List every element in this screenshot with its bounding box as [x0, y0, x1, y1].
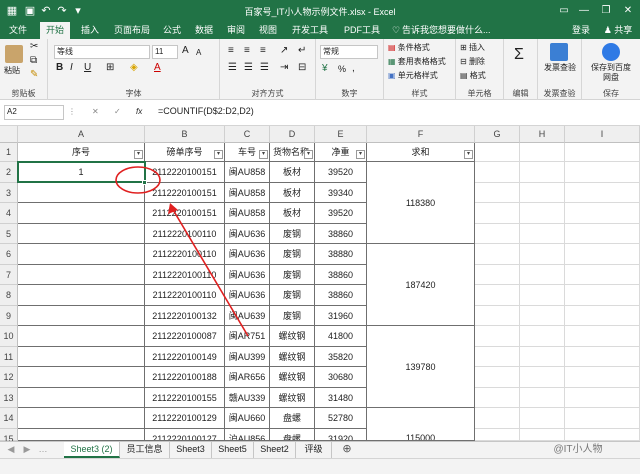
add-sheet-icon[interactable]: ⊕ [336, 442, 358, 458]
scroll-left-icon[interactable]: ◀ [4, 442, 18, 458]
annotation-arrowhead [168, 203, 178, 214]
sheet-tab-sheet5[interactable]: Sheet5 [212, 442, 254, 458]
more-sheets-icon[interactable]: … [36, 442, 50, 458]
annotation-arrow-line [171, 207, 249, 337]
status-bar [0, 458, 640, 474]
sheet-tab-employee-info[interactable]: 员工信息 [120, 442, 170, 458]
annotation-overlay [115, 166, 249, 337]
annotation-circle [115, 166, 161, 194]
sheet-tab-bar: ◀ ▶ … Sheet3 (2) 员工信息 Sheet3 Sheet5 Shee… [0, 441, 640, 458]
sheet-tab-sheet3-2[interactable]: Sheet3 (2) [64, 442, 120, 458]
sheet-tab-rating[interactable]: 评级 [296, 442, 332, 458]
sheet-tab-sheet3[interactable]: Sheet3 [170, 442, 212, 458]
watermark-text: @IT小人物 [553, 444, 603, 455]
scroll-right-icon[interactable]: ▶ [20, 442, 34, 458]
sheet-tab-sheet2[interactable]: Sheet2 [254, 442, 296, 458]
